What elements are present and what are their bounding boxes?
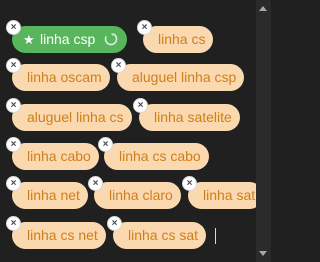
close-icon[interactable]: × xyxy=(137,20,152,35)
refresh-icon[interactable] xyxy=(103,31,119,47)
tag-label: linha claro xyxy=(109,187,173,203)
vertical-scrollbar[interactable] xyxy=(256,0,271,262)
tag-chip-linha-claro[interactable]: × linha claro xyxy=(88,176,181,209)
close-icon[interactable]: × xyxy=(98,137,113,152)
tag-chip-linha-net[interactable]: × linha net xyxy=(6,176,88,209)
tag-chip-linha-cs-net[interactable]: × linha cs net xyxy=(6,216,106,249)
tag-chip-linha-cs[interactable]: × linha cs xyxy=(137,20,214,53)
tag-label: aluguel linha csp xyxy=(132,69,237,85)
tag-label: linha csp xyxy=(40,31,96,47)
tag-label: linha oscam xyxy=(27,69,102,85)
tag-chip-linha-csp[interactable]: × ★ linha csp xyxy=(6,20,128,53)
tag-list: × ★ linha csp × linha cs × linha oscam ×… xyxy=(0,0,264,262)
tag-label: linha cabo xyxy=(27,148,91,164)
scroll-down-icon[interactable] xyxy=(259,251,267,256)
close-icon[interactable]: × xyxy=(6,216,21,231)
tag-label: linha net xyxy=(27,187,80,203)
text-cursor[interactable] xyxy=(215,228,216,244)
tag-chip-linha-sat[interactable]: × linha sat xyxy=(182,176,264,209)
tag-chip-linha-cs-cabo[interactable]: × linha cs cabo xyxy=(98,137,209,170)
tag-label: linha satelite xyxy=(154,109,232,125)
tag-label: linha cs net xyxy=(27,227,98,243)
close-icon[interactable]: × xyxy=(111,58,126,73)
close-icon[interactable]: × xyxy=(6,58,21,73)
tag-chip-aluguel-linha-cs[interactable]: × aluguel linha cs xyxy=(6,98,132,131)
close-icon[interactable]: × xyxy=(88,176,103,191)
close-icon[interactable]: × xyxy=(6,98,21,113)
tag-chip-linha-oscam[interactable]: × linha oscam xyxy=(6,58,110,91)
close-icon[interactable]: × xyxy=(6,20,21,35)
tag-label: aluguel linha cs xyxy=(27,109,124,125)
close-icon[interactable]: × xyxy=(107,216,122,231)
tag-panel: × ★ linha csp × linha cs × linha oscam ×… xyxy=(0,0,264,262)
close-icon[interactable]: × xyxy=(182,176,197,191)
tag-label: linha cs xyxy=(158,31,206,47)
tag-label: linha cs sat xyxy=(128,227,199,243)
tag-label: linha sat xyxy=(203,187,256,203)
scroll-up-icon[interactable] xyxy=(259,6,267,11)
star-icon: ★ xyxy=(23,32,35,47)
close-icon[interactable]: × xyxy=(6,137,21,152)
tag-label: linha cs cabo xyxy=(119,148,201,164)
close-icon[interactable]: × xyxy=(6,176,21,191)
tag-chip-aluguel-linha-csp[interactable]: × aluguel linha csp xyxy=(111,58,245,91)
tag-chip-linha-cs-sat[interactable]: × linha cs sat xyxy=(107,216,207,249)
tag-chip-linha-cabo[interactable]: × linha cabo xyxy=(6,137,99,170)
close-icon[interactable]: × xyxy=(133,98,148,113)
tag-chip-linha-satelite[interactable]: × linha satelite xyxy=(133,98,240,131)
